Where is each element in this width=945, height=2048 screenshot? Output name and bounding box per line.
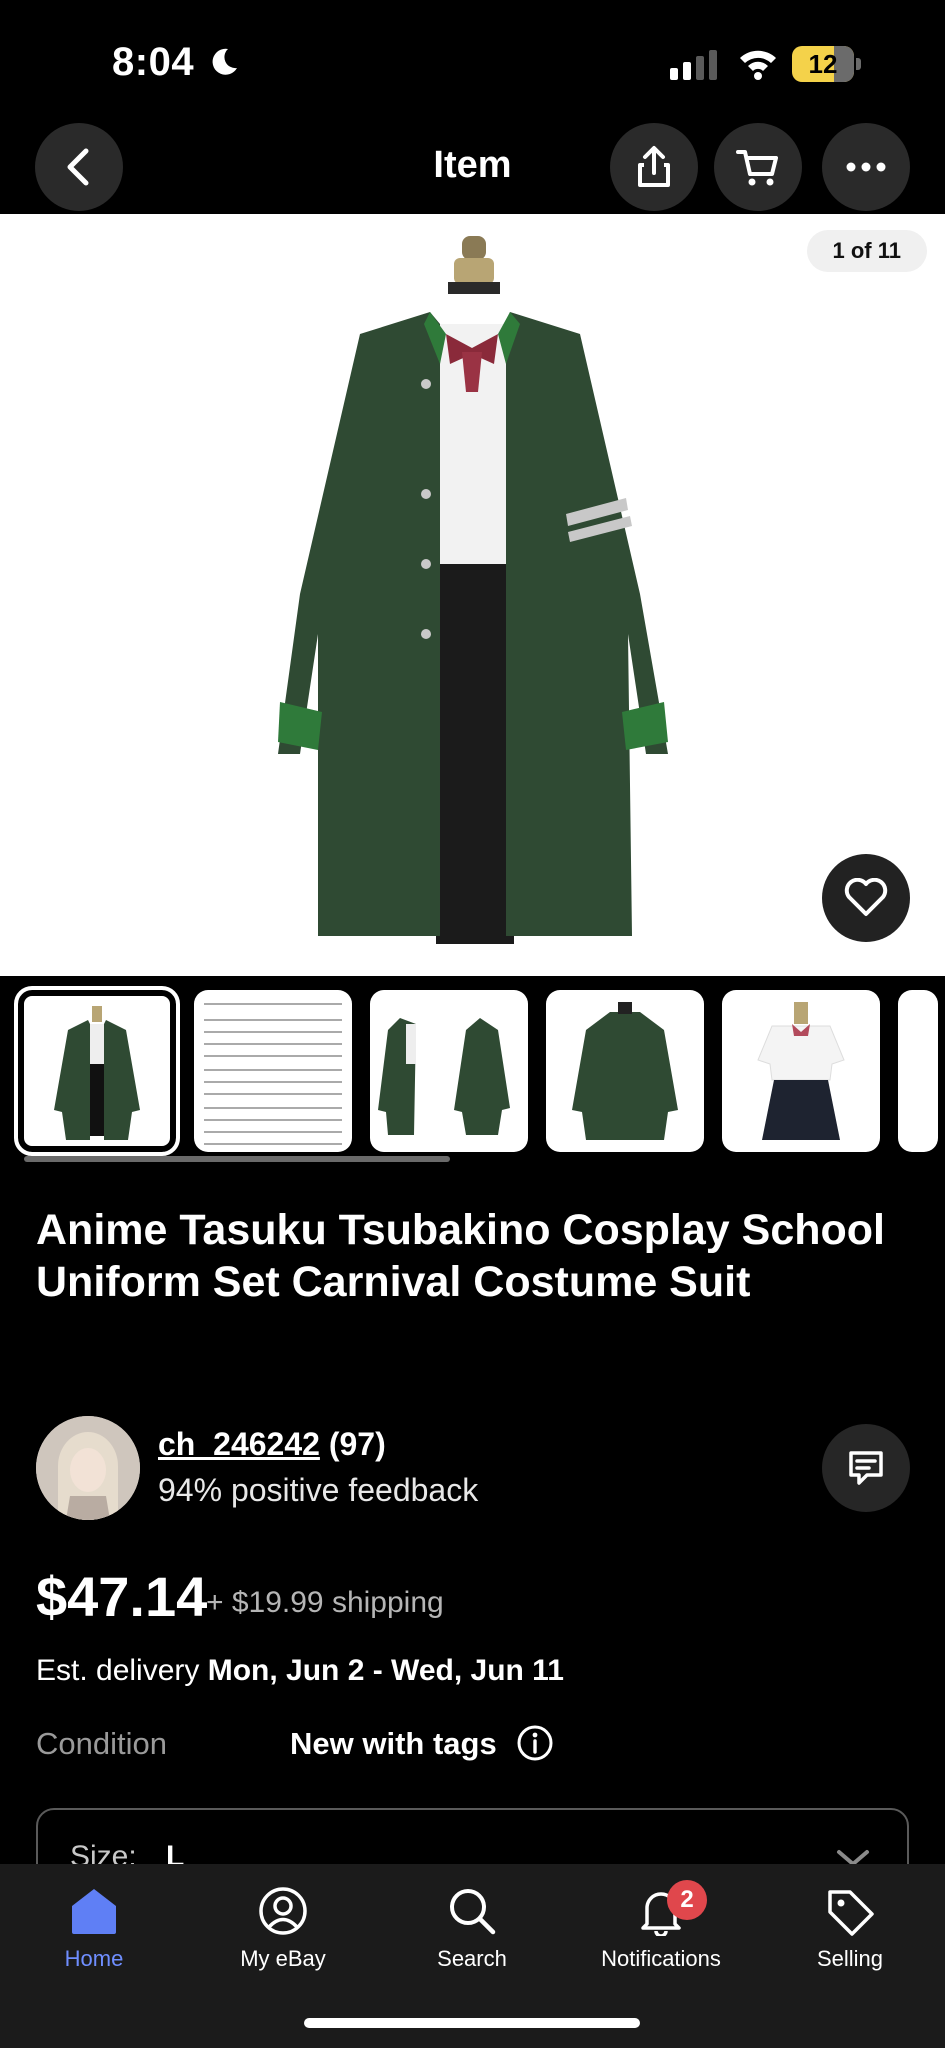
moon-icon [212,48,237,75]
product-image[interactable]: 1 of 11 [0,214,945,976]
status-time: 8:04 [112,40,195,84]
thumbnail-costume [54,1006,140,1140]
tab-my-ebay[interactable]: My eBay [193,1886,373,1996]
thumbnail-strip[interactable] [14,986,945,1156]
status-bar: 8:04 12 [0,0,945,120]
shipping-cost: + $19.99 shipping [206,1586,444,1619]
thumbnail-shirt-skirt [757,1002,845,1140]
more-button[interactable] [822,123,910,211]
cart-button[interactable] [714,123,802,211]
message-icon [849,1451,883,1485]
thumbnail-1[interactable] [14,986,180,1156]
tag-icon [828,1890,874,1936]
image-counter: 1 of 11 [806,230,927,272]
delivery-label: Est. delivery [36,1654,200,1687]
cellular-signal-icon [670,50,717,80]
account-icon [259,1887,307,1935]
seller-info: ch_246242 (97) [158,1426,386,1463]
notification-badge: 2 [667,1880,707,1920]
condition-value: New with tags [290,1726,497,1761]
condition-label: Condition [36,1726,167,1761]
tab-selling[interactable]: Selling [760,1886,940,1996]
thumbnail-2[interactable] [194,990,352,1152]
thumbnail-size-chart [204,1003,342,1145]
tab-search-label: Search [437,1946,507,1971]
tab-notifications[interactable]: 2 Notifications [571,1880,751,1996]
estimated-delivery: Est. delivery Mon, Jun 2 - Wed, Jun 11 [36,1654,564,1688]
share-icon [638,146,670,187]
top-nav: Item [0,120,945,214]
seller-avatar[interactable] [36,1416,140,1520]
seller-feedback: 94% positive feedback [158,1472,479,1508]
thumbnail-costume-pair [378,1018,510,1135]
share-button[interactable] [610,123,698,211]
seller-rating-count: (97) [328,1426,386,1462]
cart-icon [736,150,778,186]
price: $47.14 [36,1565,208,1628]
page-title: Item [433,144,512,186]
tab-search[interactable]: Search [382,1886,562,1996]
tab-notifications-label: Notifications [601,1946,721,1971]
thumbnail-coat-back [572,1002,678,1140]
wifi-icon [740,50,776,80]
heart-icon [844,878,888,916]
more-icon [846,162,886,172]
battery-indicator: 12 [792,46,862,82]
message-seller-button[interactable] [822,1424,910,1512]
tab-home-label: Home [64,1946,124,1971]
search-icon [450,1889,496,1935]
listing-title: Anime Tasuku Tsubakino Cosplay School Un… [36,1206,885,1306]
thumbnail-4[interactable] [546,990,704,1152]
seller-name-link[interactable]: ch_246242 [158,1426,320,1462]
home-icon [72,1889,116,1934]
thumbnail-5[interactable] [722,990,880,1152]
watch-button[interactable] [822,854,910,942]
tab-home[interactable]: Home [4,1886,184,1996]
thumbnail-scrollbar [24,1156,450,1162]
thumbnail-3[interactable] [370,990,528,1152]
bottom-tab-bar: Home My eBay Search 2 Notifications Sell… [0,1864,945,2048]
avatar-portrait [36,1416,140,1520]
delivery-range: Mon, Jun 2 - Wed, Jun 11 [207,1654,564,1687]
home-indicator [304,2018,640,2028]
tab-my-ebay-label: My eBay [240,1946,326,1971]
tab-selling-label: Selling [816,1946,884,1971]
battery-level: 12 [808,49,838,79]
costume-illustration [278,236,668,944]
info-icon[interactable] [516,1724,554,1762]
thumbnail-6[interactable] [898,990,938,1152]
